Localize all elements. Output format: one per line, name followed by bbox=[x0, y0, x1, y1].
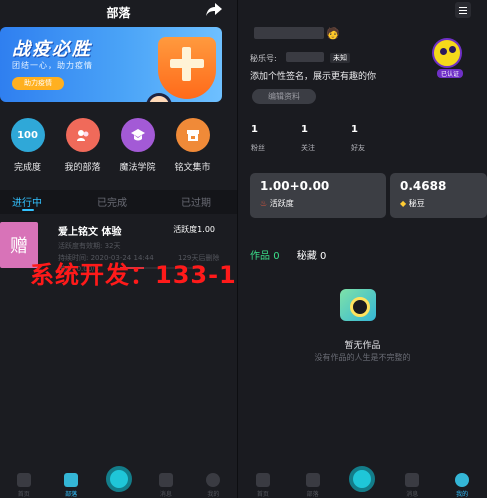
beans-label: 秘豆 bbox=[408, 199, 425, 208]
center-circle-icon bbox=[105, 466, 132, 492]
stat-friends[interactable]: 1 好友 bbox=[351, 124, 365, 153]
id-redacted bbox=[286, 52, 324, 62]
username-redacted bbox=[254, 27, 324, 39]
shortcut-row: 100 完成度 我的部落 魔法学院 铭文集市 bbox=[0, 118, 237, 173]
nav-me[interactable]: 我的 bbox=[438, 473, 486, 498]
edit-profile-button[interactable]: 编辑资料 bbox=[252, 89, 316, 104]
avatar-sticker-icon: 🧑 bbox=[326, 27, 340, 40]
shortcut-label: 完成度 bbox=[13, 163, 41, 173]
shortcut-completion[interactable]: 100 完成度 bbox=[0, 118, 55, 173]
beans-value: 0.4688 bbox=[400, 179, 447, 193]
bottom-nav: 首页 部落 消息 我的 bbox=[0, 462, 237, 498]
shortcut-magic-academy[interactable]: 魔法学院 bbox=[110, 118, 165, 173]
shop-icon bbox=[175, 118, 210, 152]
play-icon bbox=[255, 473, 270, 487]
banner-button[interactable]: 助力疫情 bbox=[12, 77, 64, 90]
shortcut-my-tribe[interactable]: 我的部落 bbox=[55, 118, 110, 173]
activity-value: 1.00+0.00 bbox=[260, 179, 330, 193]
task-validity: 活跃度有效期: 32天 bbox=[58, 242, 121, 250]
shortcut-label: 我的部落 bbox=[64, 163, 101, 173]
face-icon bbox=[455, 473, 470, 487]
stat-following[interactable]: 1 关注 bbox=[301, 124, 315, 153]
camera-icon bbox=[340, 289, 376, 321]
works-tabs: 作品 0 秘藏 0 bbox=[250, 247, 326, 262]
id-label: 秘乐号: bbox=[250, 54, 277, 63]
nav-center[interactable] bbox=[338, 466, 386, 498]
nav-tribe[interactable]: 部落 bbox=[289, 473, 337, 498]
doctor-illustration bbox=[146, 93, 172, 102]
verified-badge: 已认证 bbox=[437, 69, 464, 78]
face-icon bbox=[206, 473, 221, 487]
task-tabs: 进行中 已完成 已过期 bbox=[0, 190, 237, 214]
shortcut-label: 铭文集市 bbox=[174, 163, 211, 173]
signature[interactable]: 添加个性签名，展示更有趣的你 bbox=[250, 69, 376, 82]
bell-icon bbox=[158, 473, 173, 487]
star-icon bbox=[64, 473, 79, 487]
tab-favorites[interactable]: 秘藏 0 bbox=[297, 251, 327, 262]
activity-card[interactable]: 1.00+0.00 ♨ 活跃度 bbox=[250, 173, 386, 218]
graduation-cap-icon bbox=[120, 118, 155, 152]
stat-fans[interactable]: 1 粉丝 bbox=[251, 124, 265, 153]
tab-in-progress[interactable]: 进行中 bbox=[12, 194, 42, 209]
center-circle-icon bbox=[349, 466, 376, 492]
nav-home[interactable]: 首页 bbox=[239, 473, 287, 498]
bean-icon: ◆ bbox=[400, 199, 407, 208]
nav-home[interactable]: 首页 bbox=[0, 473, 47, 498]
empty-subtitle: 没有作品的人生是不完整的 bbox=[314, 353, 411, 362]
bell-icon bbox=[405, 473, 420, 487]
gender-badge: 未知 bbox=[330, 53, 350, 63]
campaign-banner[interactable]: 战疫必胜 团结一心，助力疫情 助力疫情 bbox=[0, 27, 222, 102]
share-icon[interactable] bbox=[205, 2, 223, 18]
banner-title: 战疫必胜 bbox=[12, 39, 92, 60]
tab-works[interactable]: 作品 0 bbox=[250, 251, 280, 262]
shortcut-label: 魔法学院 bbox=[119, 163, 156, 173]
nav-me[interactable]: 我的 bbox=[190, 473, 237, 498]
beans-card[interactable]: 0.4688 ◆ 秘豆 bbox=[390, 173, 487, 218]
shortcut-market[interactable]: 铭文集市 bbox=[165, 118, 220, 173]
nav-center[interactable] bbox=[95, 466, 142, 498]
menu-icon[interactable] bbox=[455, 2, 471, 18]
active-tab-indicator bbox=[22, 209, 34, 211]
page-title: 部落 bbox=[106, 5, 131, 20]
people-icon bbox=[65, 118, 100, 152]
task-title: 爱上铭文 体验 bbox=[58, 227, 122, 238]
task-activity: 活跃度1.00 bbox=[173, 225, 215, 234]
bottom-nav: 首页 部落 消息 我的 bbox=[238, 462, 487, 498]
avatar[interactable] bbox=[432, 38, 462, 68]
play-icon bbox=[16, 473, 31, 487]
tab-expired[interactable]: 已过期 bbox=[181, 194, 211, 209]
star-icon bbox=[305, 473, 320, 487]
completion-icon: 100 bbox=[10, 118, 45, 152]
banner-subtitle: 团结一心，助力疫情 bbox=[12, 61, 93, 70]
nav-messages[interactable]: 消息 bbox=[388, 473, 436, 498]
nav-messages[interactable]: 消息 bbox=[142, 473, 189, 498]
profile-screen: 🧑 秘乐号: 未知 添加个性签名，展示更有趣的你 编辑资料 已认证 1 粉丝 1… bbox=[238, 0, 487, 498]
tab-completed[interactable]: 已完成 bbox=[97, 194, 127, 209]
watermark-text: 系统开发：133-1612-4787 bbox=[30, 261, 237, 289]
empty-title: 暂无作品 bbox=[344, 341, 381, 351]
nav-tribe[interactable]: 部落 bbox=[47, 473, 94, 498]
flame-icon: ♨ bbox=[260, 199, 268, 208]
tribe-screen: 部落 战疫必胜 团结一心，助力疫情 助力疫情 100 完成度 我的部落 魔法学院 bbox=[0, 0, 237, 498]
header: 部落 bbox=[0, 0, 237, 24]
activity-label: 活跃度 bbox=[269, 199, 294, 208]
